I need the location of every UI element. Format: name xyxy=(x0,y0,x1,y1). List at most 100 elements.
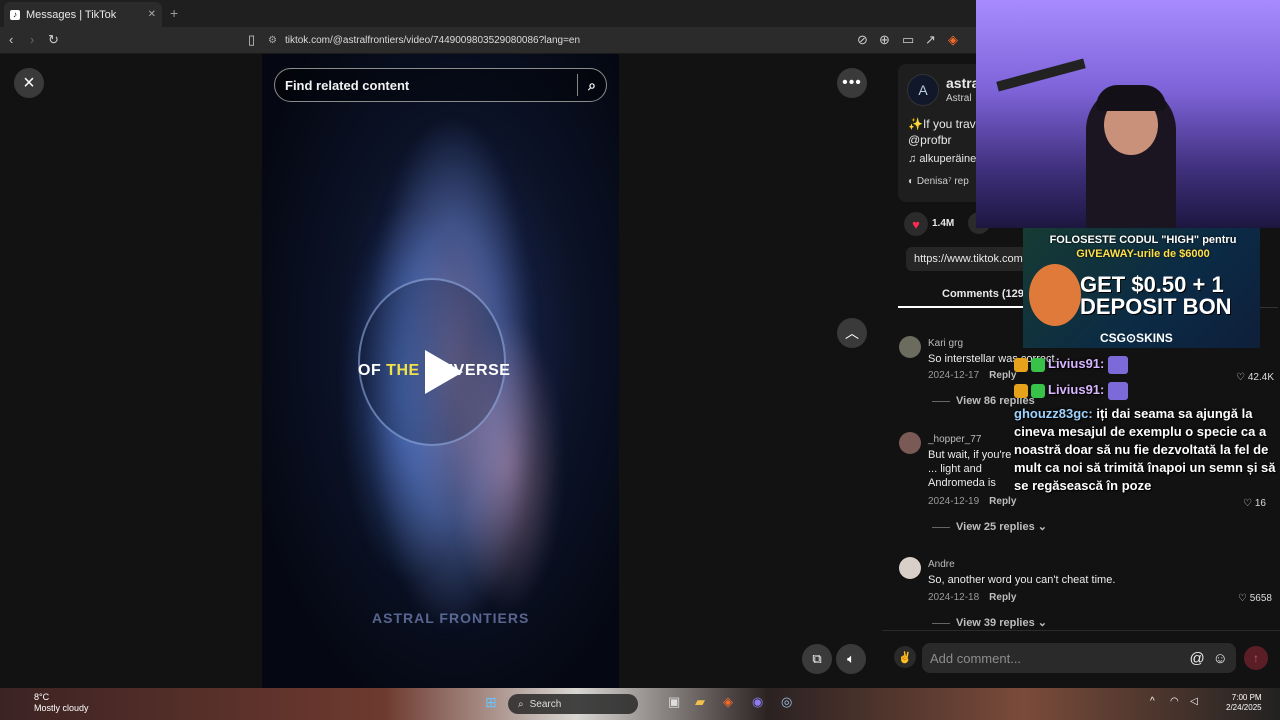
forward-icon[interactable]: › xyxy=(30,32,34,47)
tray-chevron-icon[interactable]: ^ xyxy=(1150,696,1155,707)
comment-avatar[interactable] xyxy=(899,557,921,579)
brave-shield-icon[interactable]: ◈ xyxy=(948,32,958,48)
sub-badge-icon xyxy=(1031,357,1045,372)
play-icon[interactable] xyxy=(425,350,463,394)
more-options-button[interactable]: ••• xyxy=(837,68,867,98)
cast-icon[interactable]: ▭ xyxy=(902,32,914,48)
chevron-down-icon: ⌄ xyxy=(1034,617,1047,629)
ad-headline: FOLOSESTE CODUL "HIGH" pentru GIVEAWAY-ur… xyxy=(1049,234,1237,260)
mention-icon[interactable]: @ xyxy=(1189,650,1204,667)
comment-username[interactable]: _hopper_77 xyxy=(928,434,981,445)
more-icon: ••• xyxy=(842,74,862,91)
video-watermark: ASTRAL FRONTIERS xyxy=(372,610,530,626)
streamer-webcam xyxy=(976,0,1280,228)
comment-username[interactable]: Andre xyxy=(928,559,955,570)
comment-meta: 2024-12-18 Reply xyxy=(928,592,1017,603)
search-divider xyxy=(577,74,579,96)
url-text: tiktok.com/@astralfrontiers/video/744900… xyxy=(284,35,581,46)
search-icon[interactable]: ⌕ xyxy=(588,77,596,94)
close-icon: × xyxy=(23,71,35,94)
comment-avatar[interactable] xyxy=(899,336,921,358)
chat-message: Livius91: xyxy=(1014,355,1280,381)
comment-username[interactable]: Kari grg xyxy=(928,338,963,349)
music-link[interactable]: ♫ alkuperäine xyxy=(908,153,976,165)
mute-tab-icon[interactable]: ⊘ xyxy=(857,32,868,48)
author-avatar[interactable]: A xyxy=(907,74,939,106)
reply-button[interactable]: Reply xyxy=(989,592,1016,603)
search-placeholder: Find related content xyxy=(285,77,410,93)
tab-active-underline xyxy=(898,306,1030,308)
miniplayer-button[interactable]: ⧉ xyxy=(802,644,832,674)
comment-avatar[interactable] xyxy=(899,432,921,454)
bookmark-icon[interactable]: ▯ xyxy=(248,32,255,48)
repost-avatar-icon: ◐ xyxy=(908,176,917,187)
file-explorer-icon[interactable]: ▰ xyxy=(695,694,705,710)
like-button[interactable]: ♥ xyxy=(904,212,928,236)
brave-icon[interactable]: ◈ xyxy=(723,694,733,710)
music-icon: ♫ xyxy=(908,153,920,165)
input-divider xyxy=(882,630,1280,631)
emote-icon xyxy=(1107,381,1128,400)
crown-badge-icon xyxy=(1014,357,1028,372)
chat-message: ghouzz83gc: iți dai seama sa ajungă la c… xyxy=(1014,406,1276,493)
streamer-beanie xyxy=(1096,85,1166,111)
arrow-up-icon: ↑ xyxy=(1253,651,1259,665)
comment-like[interactable]: ♡ 5658 xyxy=(1222,593,1272,604)
speaker-icon[interactable]: ◁ xyxy=(1190,696,1198,707)
mic-arm xyxy=(996,58,1086,92)
zoom-icon[interactable]: ⊕ xyxy=(879,32,890,48)
repost-info: ◐ Denisa⁷ rep xyxy=(908,176,969,187)
emoji-icon[interactable]: ☺ xyxy=(1213,650,1228,667)
sub-badge-icon xyxy=(1031,383,1045,398)
network-icon[interactable]: ◠ xyxy=(1170,696,1179,707)
reply-button[interactable]: Reply xyxy=(989,496,1016,507)
tab-close-icon[interactable]: ✕ xyxy=(148,9,156,20)
stream-chat-overlay: Livius91: Livius91: ghouzz83gc: iți dai … xyxy=(1014,355,1280,525)
new-tab-button[interactable]: + xyxy=(170,5,178,21)
back-icon[interactable]: ‹ xyxy=(9,32,13,47)
author-subtitle: Astral xyxy=(946,93,972,104)
miniplayer-icon: ⧉ xyxy=(812,651,822,666)
author-name[interactable]: astra xyxy=(946,75,979,91)
tiktok-favicon-icon: ♪ xyxy=(10,9,20,20)
reload-icon[interactable]: ↻ xyxy=(48,32,59,48)
taskbar-search[interactable]: ⌕ Search xyxy=(508,694,638,714)
volume-icon: 🔈︎ xyxy=(847,651,855,666)
discord-icon[interactable]: ◉ xyxy=(752,694,763,710)
like-count: 1.4M xyxy=(932,218,955,229)
windows-taskbar xyxy=(0,688,1280,720)
weather-widget[interactable]: 8°C Mostly cloudy xyxy=(12,692,89,714)
task-view-icon[interactable]: ▣ xyxy=(668,694,680,710)
add-comment-input[interactable]: Add comment... @ ☺ xyxy=(922,643,1236,673)
tab-comments[interactable]: Comments (129 xyxy=(942,288,1024,300)
ad-brand: CSG⊙SKINS xyxy=(1100,331,1173,345)
reply-button[interactable]: Reply xyxy=(989,370,1016,381)
volume-button[interactable]: 🔈︎ xyxy=(836,644,866,674)
comment-meta: 2024-12-19 Reply xyxy=(928,496,1017,507)
search-icon: ⌕ xyxy=(518,698,524,710)
close-video-button[interactable]: × xyxy=(14,68,44,98)
ad-mascot xyxy=(1029,264,1081,326)
site-settings-icon[interactable]: ⚙ xyxy=(268,35,277,46)
find-related-search[interactable]: Find related content ⌕ xyxy=(274,68,607,102)
heart-outline-icon: ♡ xyxy=(1238,593,1250,604)
my-avatar: ✌ xyxy=(894,646,916,668)
chevron-up-icon: ︿ xyxy=(845,325,859,341)
comment-text: So, another word you can't cheat time. xyxy=(928,574,1116,586)
windows-start-icon[interactable]: ⊞ xyxy=(485,694,497,711)
crown-badge-icon xyxy=(1014,383,1028,398)
post-comment-button[interactable]: ↑ xyxy=(1244,646,1268,670)
heart-icon: ♥ xyxy=(912,216,920,232)
taskbar-clock[interactable]: 7:00 PM 2/24/2025 xyxy=(1226,693,1262,713)
emote-icon xyxy=(1107,355,1128,374)
browser-tab[interactable]: ♪ Messages | TikTok ✕ xyxy=(4,2,162,27)
view-replies-button[interactable]: View 39 replies ⌄ xyxy=(932,616,1047,629)
add-comment-placeholder: Add comment... xyxy=(930,650,1022,666)
comment-meta: 2024-12-17 Reply xyxy=(928,370,1017,381)
chat-message: Livius91: xyxy=(1014,381,1280,405)
tab-title: Messages | TikTok xyxy=(26,8,117,21)
share-page-icon[interactable]: ↗ xyxy=(925,32,936,48)
previous-video-button[interactable]: ︿ xyxy=(837,318,867,348)
steam-icon[interactable]: ◎ xyxy=(781,694,792,710)
ad-offer: GET $0.50 + 1 DEPOSIT BON xyxy=(1080,272,1232,319)
